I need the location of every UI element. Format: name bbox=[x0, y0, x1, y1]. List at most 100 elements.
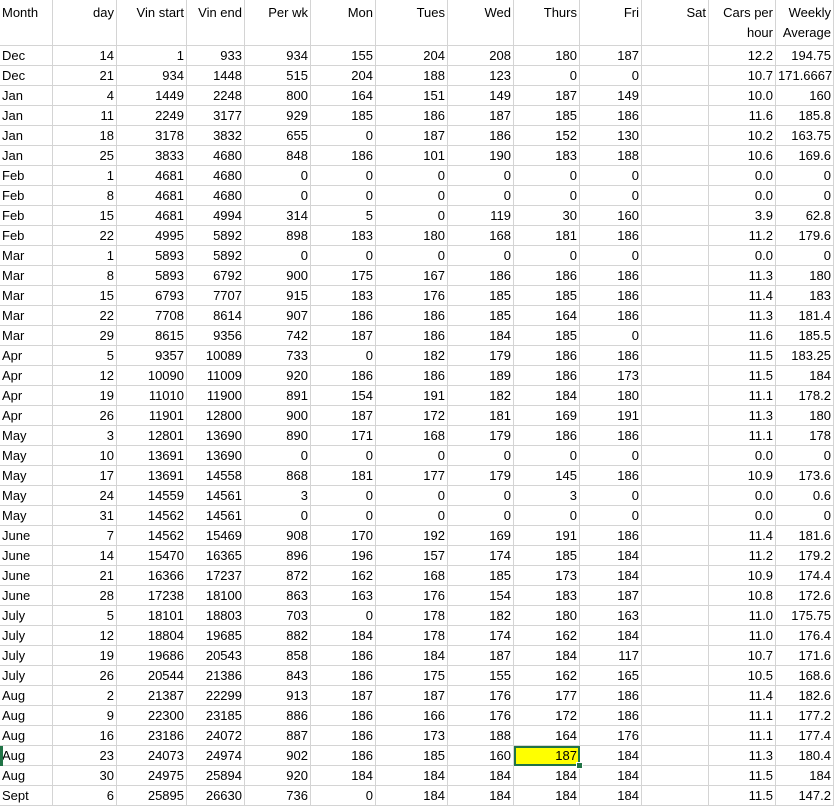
cell-tues[interactable]: 173 bbox=[376, 726, 448, 746]
cell-mon[interactable]: 187 bbox=[311, 406, 376, 426]
cell-wed[interactable]: 154 bbox=[448, 586, 514, 606]
cell-vin-start[interactable]: 22300 bbox=[117, 706, 187, 726]
cell-tues[interactable]: 172 bbox=[376, 406, 448, 426]
cell-fri[interactable]: 0 bbox=[580, 186, 642, 206]
cell-mon[interactable]: 0 bbox=[311, 786, 376, 806]
cell-cars-per-hour[interactable]: 11.3 bbox=[709, 306, 776, 326]
cell-mon[interactable]: 0 bbox=[311, 346, 376, 366]
cell-tues[interactable]: 186 bbox=[376, 106, 448, 126]
cell-weekly-average[interactable]: 173.6 bbox=[776, 466, 834, 486]
cell-wed[interactable]: 174 bbox=[448, 626, 514, 646]
cell-vin-end[interactable]: 26630 bbox=[187, 786, 245, 806]
cell-weekly-average[interactable]: 147.2 bbox=[776, 786, 834, 806]
cell-weekly-average[interactable]: 175.75 bbox=[776, 606, 834, 626]
cell-vin-end[interactable]: 10089 bbox=[187, 346, 245, 366]
cell-vin-end[interactable]: 14561 bbox=[187, 506, 245, 526]
cell-cars-per-hour[interactable]: 11.4 bbox=[709, 286, 776, 306]
cell-day[interactable]: 5 bbox=[53, 346, 117, 366]
cell-cars-per-hour[interactable]: 11.0 bbox=[709, 626, 776, 646]
cell-tues[interactable]: 184 bbox=[376, 766, 448, 786]
cell-cars-per-hour[interactable]: 0.0 bbox=[709, 166, 776, 186]
cell-thurs[interactable]: 185 bbox=[514, 546, 580, 566]
header-cell-cars-per-hour[interactable]: Cars per hour bbox=[709, 0, 776, 46]
cell-vin-start[interactable]: 4681 bbox=[117, 206, 187, 226]
cell-fri[interactable]: 187 bbox=[580, 586, 642, 606]
cell-month[interactable]: Feb bbox=[0, 206, 53, 226]
cell-fri[interactable]: 191 bbox=[580, 406, 642, 426]
cell-wed[interactable]: 0 bbox=[448, 486, 514, 506]
cell-fri[interactable]: 186 bbox=[580, 426, 642, 446]
cell-wed[interactable]: 188 bbox=[448, 726, 514, 746]
cell-vin-end[interactable]: 5892 bbox=[187, 246, 245, 266]
cell-fri[interactable]: 117 bbox=[580, 646, 642, 666]
cell-thurs[interactable]: 186 bbox=[514, 426, 580, 446]
cell-fri[interactable]: 186 bbox=[580, 266, 642, 286]
cell-vin-start[interactable]: 19686 bbox=[117, 646, 187, 666]
cell-sat[interactable] bbox=[642, 226, 709, 246]
header-cell-per-wk[interactable]: Per wk bbox=[245, 0, 311, 46]
cell-tues[interactable]: 0 bbox=[376, 246, 448, 266]
cell-tues[interactable]: 180 bbox=[376, 226, 448, 246]
cell-thurs[interactable]: 191 bbox=[514, 526, 580, 546]
cell-sat[interactable] bbox=[642, 706, 709, 726]
cell-tues[interactable]: 166 bbox=[376, 706, 448, 726]
cell-month[interactable]: May bbox=[0, 426, 53, 446]
cell-month[interactable]: July bbox=[0, 646, 53, 666]
cell-weekly-average[interactable]: 168.6 bbox=[776, 666, 834, 686]
cell-fri[interactable]: 186 bbox=[580, 346, 642, 366]
cell-month[interactable]: Dec bbox=[0, 66, 53, 86]
cell-cars-per-hour[interactable]: 10.6 bbox=[709, 146, 776, 166]
cell-cars-per-hour[interactable]: 11.5 bbox=[709, 346, 776, 366]
cell-fri[interactable]: 186 bbox=[580, 286, 642, 306]
cell-sat[interactable] bbox=[642, 626, 709, 646]
cell-fri[interactable]: 180 bbox=[580, 386, 642, 406]
cell-cars-per-hour[interactable]: 0.0 bbox=[709, 486, 776, 506]
cell-vin-end[interactable]: 5892 bbox=[187, 226, 245, 246]
cell-mon[interactable]: 163 bbox=[311, 586, 376, 606]
cell-sat[interactable] bbox=[642, 306, 709, 326]
cell-vin-start[interactable]: 14562 bbox=[117, 506, 187, 526]
cell-vin-end[interactable]: 933 bbox=[187, 46, 245, 66]
cell-thurs[interactable]: 186 bbox=[514, 366, 580, 386]
cell-sat[interactable] bbox=[642, 426, 709, 446]
cell-vin-end[interactable]: 4680 bbox=[187, 166, 245, 186]
cell-fri[interactable]: 186 bbox=[580, 686, 642, 706]
cell-mon[interactable]: 170 bbox=[311, 526, 376, 546]
cell-cars-per-hour[interactable]: 10.8 bbox=[709, 586, 776, 606]
cell-wed[interactable]: 174 bbox=[448, 546, 514, 566]
cell-vin-start[interactable]: 4681 bbox=[117, 166, 187, 186]
cell-sat[interactable] bbox=[642, 66, 709, 86]
cell-tues[interactable]: 151 bbox=[376, 86, 448, 106]
cell-thurs[interactable]: 0 bbox=[514, 166, 580, 186]
cell-wed[interactable]: 123 bbox=[448, 66, 514, 86]
cell-wed[interactable]: 187 bbox=[448, 106, 514, 126]
cell-sat[interactable] bbox=[642, 326, 709, 346]
cell-per-wk[interactable]: 902 bbox=[245, 746, 311, 766]
cell-month[interactable]: Feb bbox=[0, 186, 53, 206]
cell-cars-per-hour[interactable]: 10.7 bbox=[709, 646, 776, 666]
cell-thurs[interactable]: 186 bbox=[514, 346, 580, 366]
cell-month[interactable]: Aug bbox=[0, 766, 53, 786]
cell-weekly-average[interactable]: 179.6 bbox=[776, 226, 834, 246]
cell-fri[interactable]: 184 bbox=[580, 566, 642, 586]
cell-day[interactable]: 25 bbox=[53, 146, 117, 166]
cell-day[interactable]: 23 bbox=[53, 746, 117, 766]
cell-tues[interactable]: 191 bbox=[376, 386, 448, 406]
cell-weekly-average[interactable]: 184 bbox=[776, 766, 834, 786]
cell-mon[interactable]: 154 bbox=[311, 386, 376, 406]
cell-tues[interactable]: 167 bbox=[376, 266, 448, 286]
cell-month[interactable]: Jan bbox=[0, 126, 53, 146]
cell-wed[interactable]: 0 bbox=[448, 506, 514, 526]
cell-thurs[interactable]: 0 bbox=[514, 506, 580, 526]
cell-tues[interactable]: 184 bbox=[376, 646, 448, 666]
cell-wed[interactable]: 155 bbox=[448, 666, 514, 686]
cell-tues[interactable]: 0 bbox=[376, 166, 448, 186]
cell-thurs[interactable]: 184 bbox=[514, 786, 580, 806]
cell-fri[interactable]: 186 bbox=[580, 306, 642, 326]
cell-mon[interactable]: 186 bbox=[311, 366, 376, 386]
cell-thurs[interactable]: 0 bbox=[514, 186, 580, 206]
cell-thurs[interactable]: 183 bbox=[514, 586, 580, 606]
cell-fri[interactable]: 165 bbox=[580, 666, 642, 686]
cell-sat[interactable] bbox=[642, 366, 709, 386]
cell-sat[interactable] bbox=[642, 686, 709, 706]
